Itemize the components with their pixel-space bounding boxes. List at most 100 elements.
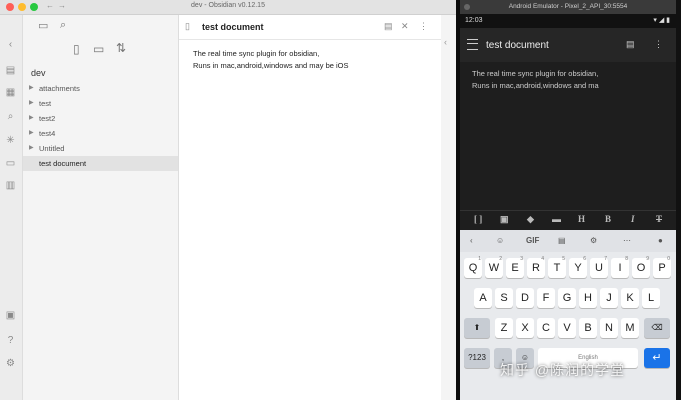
key-label: S [500, 292, 508, 304]
template-icon[interactable]: ▭ [5, 158, 16, 169]
italic-icon[interactable]: I [631, 214, 635, 224]
editor-content[interactable]: The real time sync plugin for obsidian, … [193, 48, 349, 72]
calendar-icon[interactable]: ▦ [5, 87, 16, 98]
watermark: 知乎 @陈润的学堂 [500, 362, 626, 378]
collapse-right-icon[interactable]: ‹ [444, 37, 447, 47]
key-z[interactable]: Z [495, 318, 513, 338]
open-vault-icon[interactable]: ▣ [5, 310, 16, 321]
folder-item[interactable]: ▶ attachments [23, 81, 178, 96]
key-f[interactable]: F [537, 288, 555, 308]
mobile-editor[interactable]: The real time sync plugin for obsidian, … [460, 62, 676, 210]
key-y[interactable]: Y6 [569, 256, 587, 278]
more-options-icon[interactable]: ⋮ [419, 21, 428, 32]
insert-icon[interactable]: ▣ [500, 214, 509, 225]
chevron-right-icon[interactable]: ▶ [29, 126, 34, 141]
status-icons: ▾ ◢ ▮ [653, 17, 670, 24]
clipboard-icon[interactable]: ▤ [558, 236, 566, 245]
key-g[interactable]: G [558, 288, 576, 308]
chevron-right-icon[interactable]: ▶ [29, 111, 34, 126]
key-label: T [553, 262, 561, 274]
document-title[interactable]: test document [202, 22, 264, 32]
folder-item[interactable]: ▶ test2 [23, 111, 178, 126]
settings-gear-icon[interactable]: ⚙ [590, 236, 597, 245]
key-n[interactable]: N [600, 318, 618, 338]
backspace-icon: ⌫ [651, 323, 663, 332]
key-a[interactable]: A [474, 288, 492, 308]
folder-item[interactable]: ▶ test [23, 96, 178, 111]
tree-item-label: test4 [39, 129, 56, 138]
chevron-right-icon[interactable]: ▶ [29, 141, 34, 156]
key-r[interactable]: R4 [527, 256, 545, 278]
reading-view-icon[interactable]: ▤ [626, 39, 635, 50]
key-hint: 5 [562, 256, 565, 262]
microphone-icon[interactable]: ● [658, 236, 663, 245]
folder-item[interactable]: ▶ Untitled [23, 141, 178, 156]
mobile-editor-content: The real time sync plugin for obsidian, … [472, 68, 599, 92]
key-h[interactable]: H [579, 288, 597, 308]
key-s[interactable]: S [495, 288, 513, 308]
key-c[interactable]: C [537, 318, 555, 338]
folder-icon[interactable]: ▭ [38, 19, 48, 32]
bold-icon[interactable]: B [605, 214, 611, 224]
enter-key[interactable]: ↵ [644, 348, 670, 368]
key-label: A [479, 292, 487, 304]
tree-item-label: attachments [39, 84, 80, 93]
key-i[interactable]: I8 [611, 256, 629, 278]
image-icon[interactable]: ▬ [552, 214, 561, 224]
strikethrough-icon[interactable]: T [656, 214, 662, 224]
key-o[interactable]: O9 [632, 256, 650, 278]
key-k[interactable]: K [621, 288, 639, 308]
key-label: H [584, 292, 592, 304]
key-label: M [625, 322, 635, 334]
plugin-icon[interactable]: ✳ [5, 135, 16, 146]
key-hint: 3 [520, 256, 523, 262]
key-label: D [521, 292, 529, 304]
key-q[interactable]: Q1 [464, 256, 482, 278]
search-icon[interactable]: ⌕ [5, 111, 16, 122]
chevron-right-icon[interactable]: ▶ [29, 81, 34, 96]
emulator-close-button[interactable] [464, 4, 470, 10]
key-t[interactable]: T5 [548, 256, 566, 278]
brackets-icon[interactable]: [ ] [474, 214, 482, 224]
file-item[interactable]: test document [23, 156, 178, 171]
key-b[interactable]: B [579, 318, 597, 338]
status-time: 12:03 [465, 17, 483, 24]
key-e[interactable]: E3 [506, 256, 524, 278]
tag-icon[interactable]: ◆ [527, 214, 534, 225]
close-icon[interactable]: ✕ [401, 21, 409, 32]
menu-icon[interactable] [467, 39, 478, 50]
key-m[interactable]: M [621, 318, 639, 338]
obsidian-window: ← → dev - Obsidian v0.12.15 ‹ ▤ ▦ ⌕ ✳ ▭ … [0, 0, 456, 400]
key-u[interactable]: U7 [590, 256, 608, 278]
key-label: W [488, 262, 500, 274]
key-d[interactable]: D [516, 288, 534, 308]
chevron-right-icon[interactable]: ▶ [29, 96, 34, 111]
shift-key[interactable]: ⬆ [464, 318, 490, 338]
key-l[interactable]: L [642, 288, 660, 308]
backspace-key[interactable]: ⌫ [644, 318, 670, 338]
new-folder-icon[interactable]: ▭ [93, 42, 104, 56]
file-explorer-icon[interactable]: ▤ [5, 65, 16, 76]
key-p[interactable]: P0 [653, 256, 671, 278]
collapse-sidebar-icon[interactable]: ‹ [5, 39, 16, 50]
sticker-icon[interactable]: ☺ [496, 236, 504, 245]
more-icon[interactable]: ⋯ [623, 236, 631, 245]
new-note-icon[interactable]: ▯ [73, 42, 80, 56]
symbols-key[interactable]: ?123 [464, 348, 490, 368]
back-chevron-icon[interactable]: ‹ [470, 236, 473, 245]
search-icon[interactable]: ⌕ [60, 19, 66, 32]
reading-view-icon[interactable]: ▤ [384, 21, 393, 32]
more-options-icon[interactable]: ⋮ [654, 39, 663, 50]
gif-button[interactable]: GIF [526, 236, 539, 245]
file-explorer: ▭ ⌕ ▯ ▭ ⇅ dev ▶ attachments ▶ test ▶ test2 ▶ te… [23, 15, 179, 400]
key-j[interactable]: J [600, 288, 618, 308]
help-icon[interactable]: ? [5, 335, 16, 346]
sort-icon[interactable]: ⇅ [116, 41, 126, 55]
folder-item[interactable]: ▶ test4 [23, 126, 178, 141]
key-x[interactable]: X [516, 318, 534, 338]
key-w[interactable]: W2 [485, 256, 503, 278]
settings-gear-icon[interactable]: ⚙ [5, 358, 16, 369]
key-v[interactable]: V [558, 318, 576, 338]
vault-icon[interactable]: ▥ [5, 180, 16, 191]
heading-icon[interactable]: H [578, 214, 585, 224]
